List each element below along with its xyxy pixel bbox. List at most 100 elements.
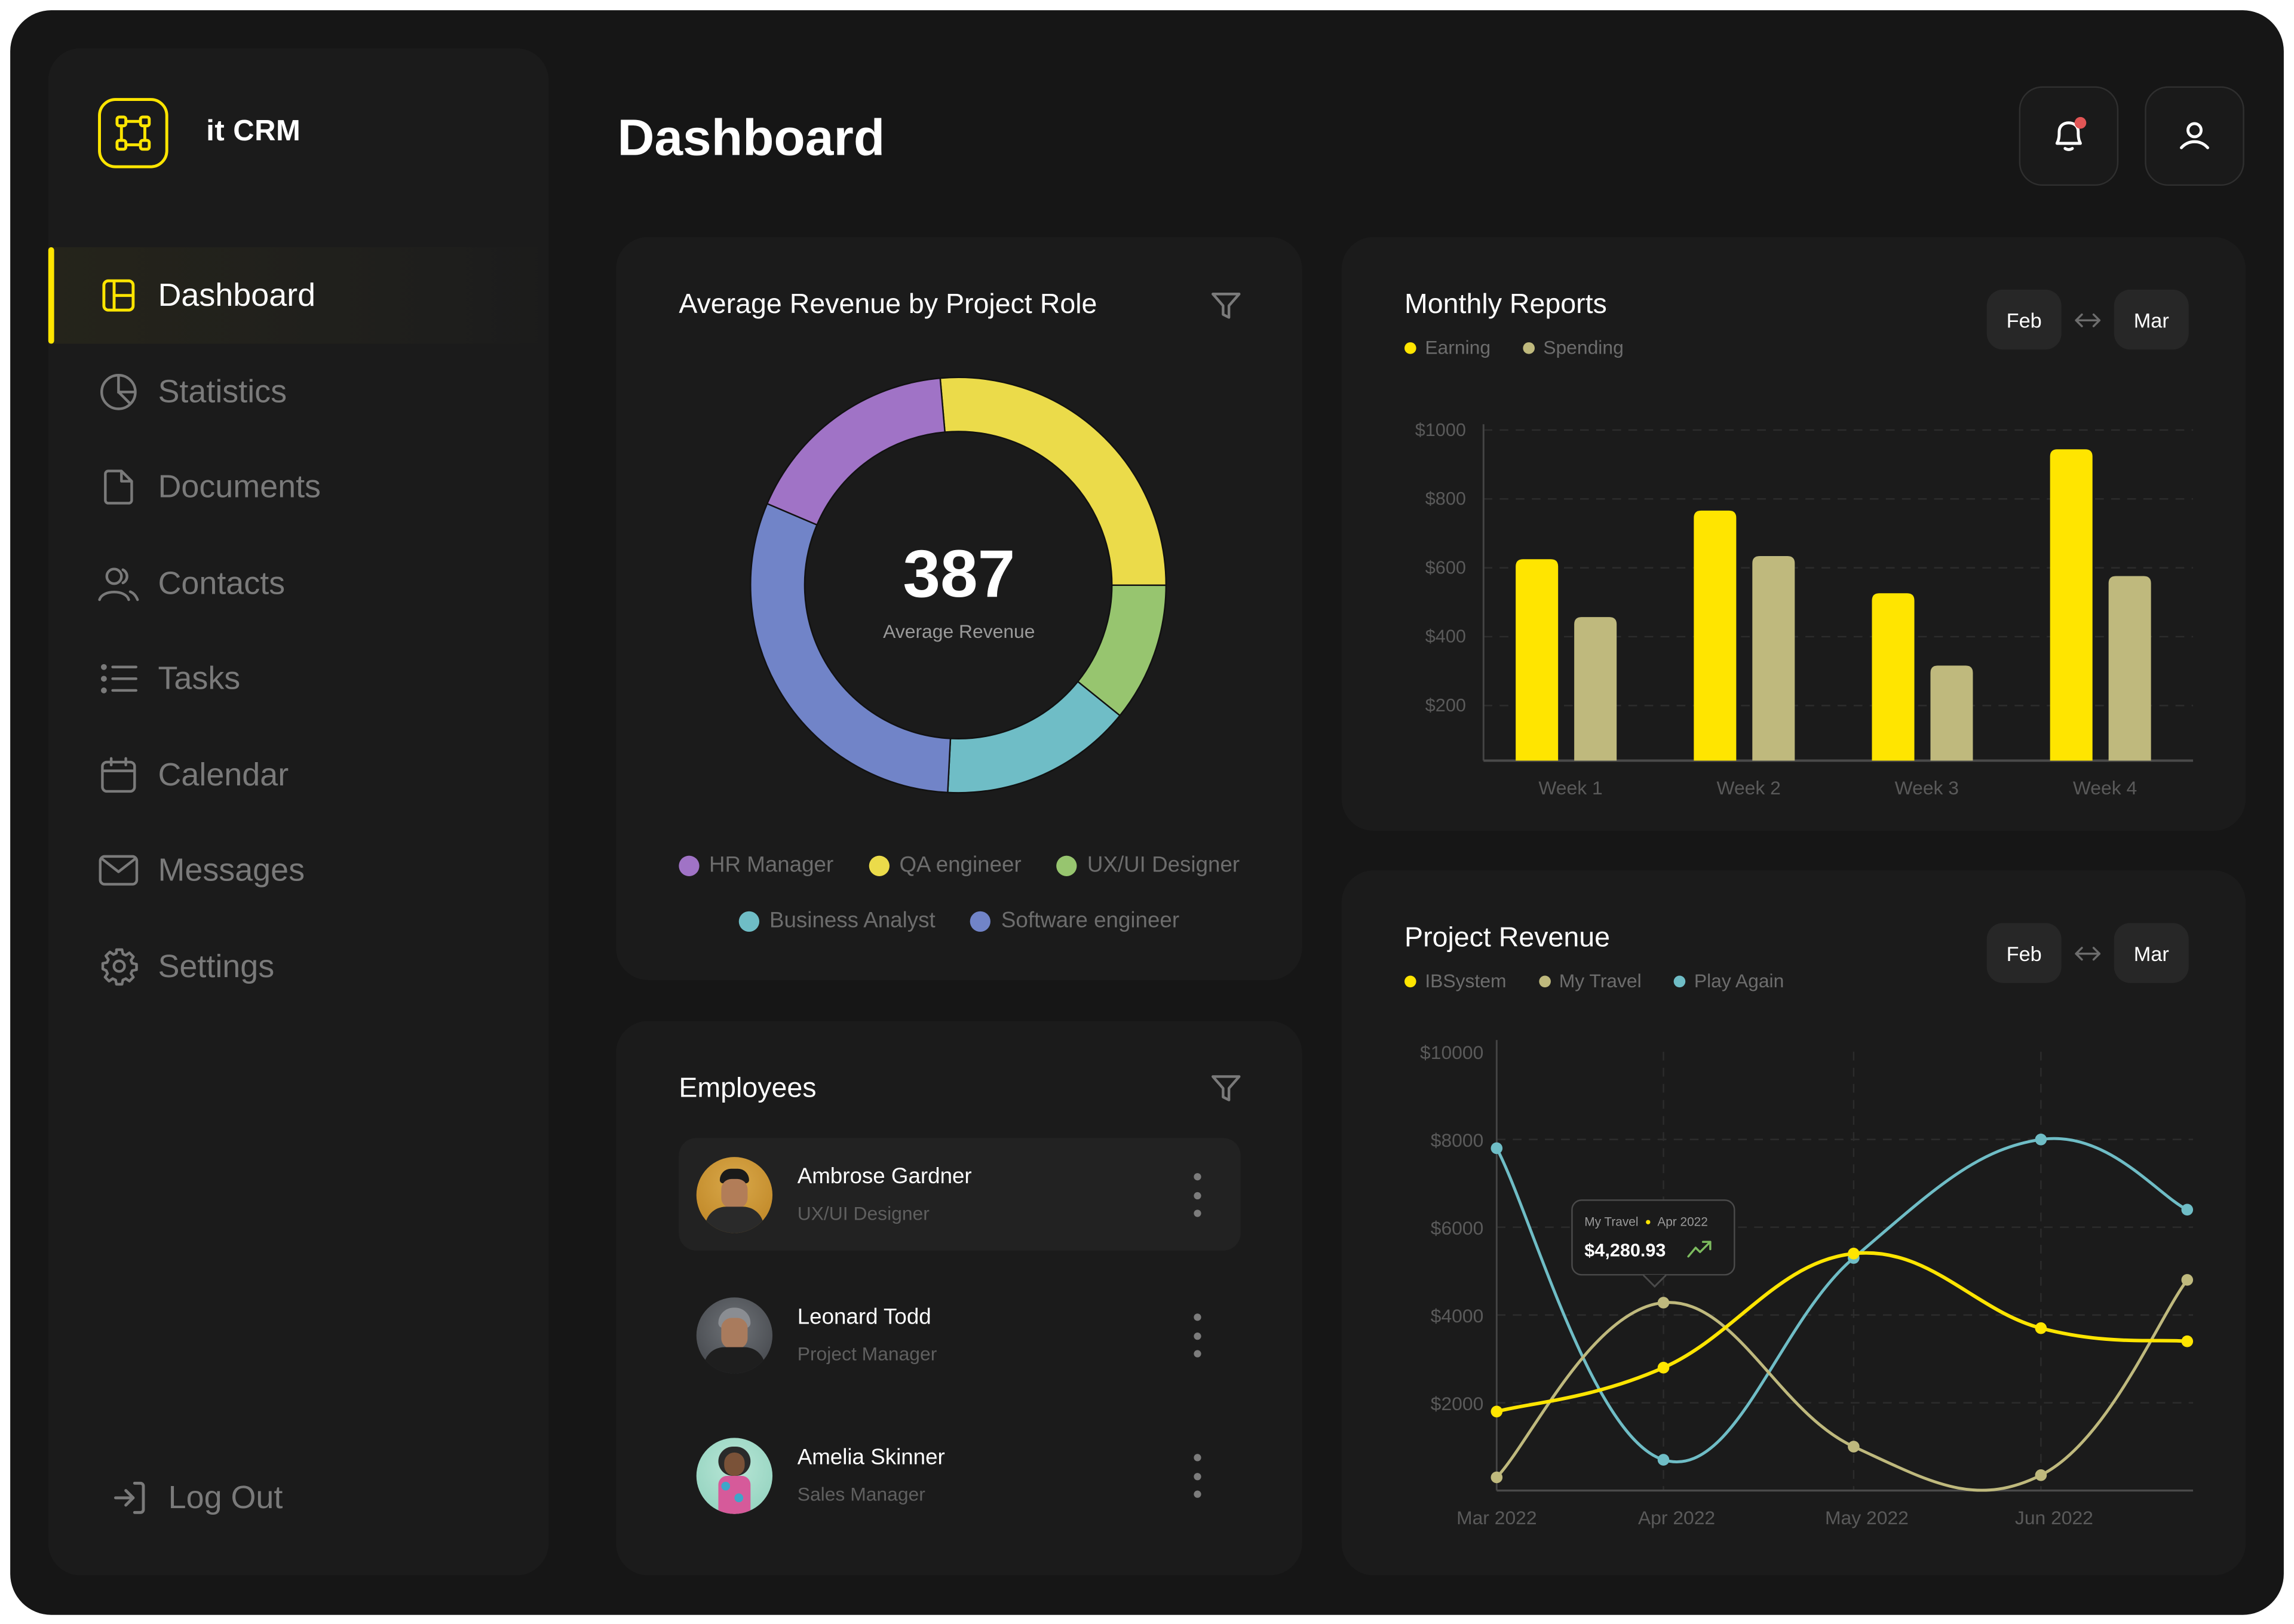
point-my-travel[interactable] bbox=[2181, 1274, 2194, 1286]
sidebar-item-tasks[interactable]: Tasks bbox=[48, 631, 549, 727]
legend-item[interactable]: UX/UI Designer bbox=[1056, 852, 1240, 878]
point-ibsystem[interactable] bbox=[1491, 1405, 1503, 1418]
line-legend: IBSystem My Travel Play Again bbox=[1404, 970, 1784, 991]
bar-legend: Earning Spending bbox=[1404, 336, 1624, 358]
bar-spending-week-3[interactable] bbox=[1930, 665, 1973, 761]
bar-chart: $200 $400 $600 $800 $1000 Week 1 Week 2 Week 3 W… bbox=[1415, 420, 2194, 799]
line-my-travel[interactable] bbox=[1495, 1278, 2189, 1492]
point-play-again[interactable] bbox=[1657, 1454, 1670, 1466]
profile-button[interactable] bbox=[2145, 86, 2244, 186]
point-ibsystem[interactable] bbox=[1848, 1247, 1860, 1260]
kebab-dot bbox=[1193, 1173, 1201, 1181]
legend-label: Software engineer bbox=[1001, 908, 1180, 934]
legend-label: HR Manager bbox=[709, 852, 834, 878]
logo-icon bbox=[115, 115, 151, 151]
point-my-travel[interactable] bbox=[2035, 1469, 2047, 1481]
month-from-button[interactable]: Feb bbox=[1986, 289, 2062, 350]
legend-item[interactable]: Earning bbox=[1404, 336, 1491, 358]
legend-swatch bbox=[1404, 975, 1416, 987]
point-ibsystem[interactable] bbox=[1657, 1362, 1670, 1374]
kebab-dot bbox=[1193, 1350, 1201, 1358]
month-from-button[interactable]: Feb bbox=[1986, 923, 2062, 983]
pie-chart-icon bbox=[98, 371, 139, 412]
y-tick-label: $4000 bbox=[1431, 1305, 1484, 1327]
avatar bbox=[696, 1437, 773, 1514]
legend-label: Spending bbox=[1543, 336, 1624, 359]
legend-swatch bbox=[1056, 855, 1077, 876]
kebab-dot bbox=[1193, 1191, 1201, 1199]
swap-arrows-icon bbox=[2070, 312, 2105, 327]
x-tick-label: Week 1 bbox=[1538, 777, 1602, 799]
x-tick-label: Week 2 bbox=[1717, 777, 1781, 799]
sidebar-item-contacts[interactable]: Contacts bbox=[48, 535, 549, 631]
point-my-travel[interactable] bbox=[1848, 1441, 1860, 1453]
more-options-button[interactable] bbox=[1191, 1173, 1203, 1217]
logout-icon bbox=[113, 1479, 151, 1517]
sidebar-item-calendar[interactable]: Calendar bbox=[48, 726, 549, 823]
sidebar-item-documents[interactable]: Documents bbox=[48, 439, 549, 536]
point-play-again[interactable] bbox=[1491, 1142, 1503, 1155]
employee-row[interactable]: Amelia Skinner Sales Manager bbox=[679, 1419, 1240, 1532]
filter-icon[interactable] bbox=[1210, 1072, 1242, 1104]
month-to-button[interactable]: Mar bbox=[2114, 289, 2189, 350]
point-play-again[interactable] bbox=[2035, 1133, 2047, 1146]
legend-item[interactable]: Software engineer bbox=[970, 908, 1180, 934]
kebab-dot bbox=[1193, 1472, 1201, 1480]
tooltip-dot bbox=[1645, 1219, 1651, 1224]
donut-slice-business-analyst[interactable] bbox=[947, 680, 1121, 794]
legend-item[interactable]: Spending bbox=[1522, 336, 1624, 359]
app-window: it CRM Dashboard Statistics Documents Co… bbox=[10, 10, 2284, 1615]
sidebar-item-settings[interactable]: Settings bbox=[48, 918, 549, 1015]
point-my-travel[interactable] bbox=[1491, 1471, 1503, 1484]
logout-button[interactable]: Log Out bbox=[113, 1479, 283, 1517]
sidebar-item-dashboard[interactable]: Dashboard bbox=[48, 247, 549, 344]
logo bbox=[98, 98, 168, 168]
tooltip-pointer bbox=[1643, 1274, 1667, 1288]
employee-role: UX/UI Designer bbox=[797, 1202, 930, 1224]
sidebar-item-label: Messages bbox=[158, 851, 305, 888]
bar-earning-week-2[interactable] bbox=[1694, 510, 1737, 761]
sidebar-item-statistics[interactable]: Statistics bbox=[48, 343, 549, 440]
bar-spending-week-2[interactable] bbox=[1752, 556, 1795, 761]
donut-slice-hr-manager[interactable] bbox=[766, 377, 946, 526]
legend-label: UX/UI Designer bbox=[1087, 852, 1240, 878]
more-options-button[interactable] bbox=[1191, 1313, 1203, 1358]
legend-swatch bbox=[678, 855, 699, 876]
bar-earning-week-4[interactable] bbox=[2050, 449, 2093, 761]
point-my-travel[interactable] bbox=[1657, 1297, 1670, 1309]
project-revenue-card: Project Revenue IBSystem My Travel Play … bbox=[1341, 870, 2246, 1576]
employee-row[interactable]: Leonard Todd Project Manager bbox=[679, 1278, 1240, 1391]
sidebar-item-label: Dashboard bbox=[158, 276, 316, 314]
notifications-button[interactable] bbox=[2019, 86, 2119, 186]
card-title: Employees bbox=[679, 1073, 817, 1104]
y-tick-label: $800 bbox=[1425, 489, 1466, 509]
contacts-icon bbox=[98, 563, 139, 604]
tooltip-header: My Travel Apr 2022 bbox=[1584, 1214, 1708, 1229]
legend-item[interactable]: Business Analyst bbox=[738, 908, 936, 933]
legend-item[interactable]: IBSystem bbox=[1404, 970, 1507, 991]
center-label: Average Revenue bbox=[883, 620, 1035, 643]
bar-spending-week-1[interactable] bbox=[1574, 617, 1617, 761]
point-ibsystem[interactable] bbox=[2035, 1322, 2047, 1334]
legend-item[interactable]: Play Again bbox=[1673, 970, 1784, 991]
employee-row[interactable]: Ambrose Gardner UX/UI Designer bbox=[679, 1138, 1241, 1251]
more-options-button[interactable] bbox=[1191, 1454, 1203, 1498]
x-tick-label: May 2022 bbox=[1825, 1507, 1909, 1528]
sidebar-item-messages[interactable]: Messages bbox=[48, 822, 549, 919]
point-ibsystem[interactable] bbox=[2181, 1335, 2194, 1347]
point-play-again[interactable] bbox=[2181, 1204, 2194, 1216]
line-ibsystem[interactable] bbox=[1495, 1251, 2189, 1414]
bar-earning-week-1[interactable] bbox=[1516, 559, 1559, 761]
sidebar-item-label: Calendar bbox=[158, 755, 289, 793]
filter-icon[interactable] bbox=[1210, 290, 1242, 322]
tooltip-period: Apr 2022 bbox=[1657, 1214, 1708, 1229]
month-to-button[interactable]: Mar bbox=[2114, 923, 2189, 983]
legend-item[interactable]: QA engineer bbox=[869, 853, 1022, 877]
bar-earning-week-3[interactable] bbox=[1872, 593, 1915, 761]
kebab-dot bbox=[1193, 1454, 1201, 1462]
line-play-again[interactable] bbox=[1495, 1137, 2189, 1463]
legend-item[interactable]: My Travel bbox=[1538, 970, 1642, 991]
logout-label: Log Out bbox=[168, 1478, 283, 1516]
bar-spending-week-4[interactable] bbox=[2108, 576, 2151, 761]
legend-item[interactable]: HR Manager bbox=[678, 852, 834, 878]
